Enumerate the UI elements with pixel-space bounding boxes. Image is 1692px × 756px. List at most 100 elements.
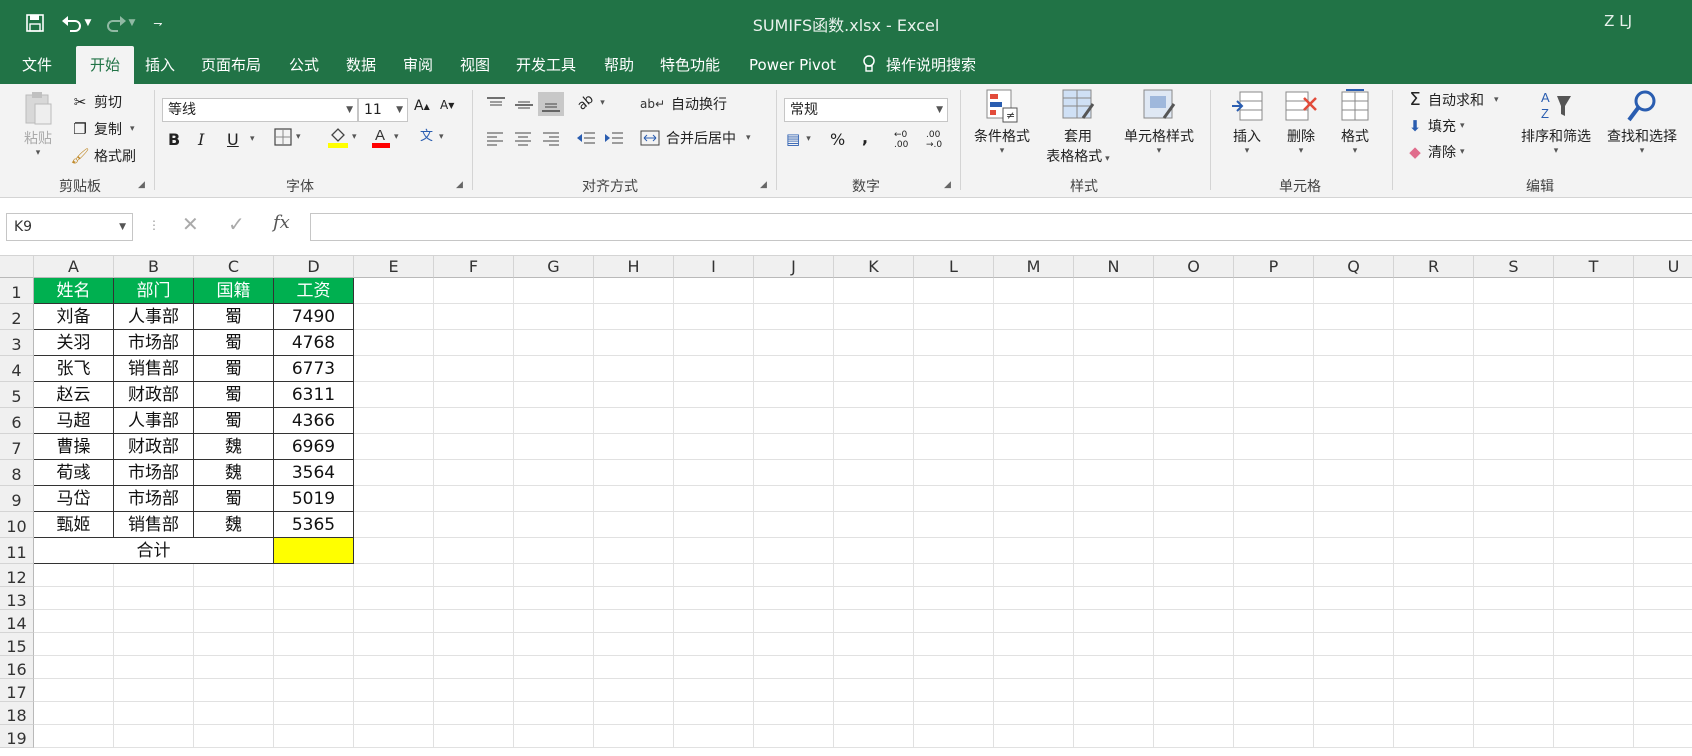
cell-G16[interactable] <box>514 656 594 679</box>
cell-C12[interactable] <box>194 564 274 587</box>
cell-K3[interactable] <box>834 330 914 356</box>
cell-R3[interactable] <box>1394 330 1474 356</box>
sort-filter-button[interactable]: AZ 排序和筛选 ▾ <box>1510 88 1602 156</box>
cell-R7[interactable] <box>1394 434 1474 460</box>
cell-I18[interactable] <box>674 702 754 725</box>
cell-L9[interactable] <box>914 486 994 512</box>
cell-S5[interactable] <box>1474 382 1554 408</box>
formula-input[interactable] <box>310 213 1692 241</box>
user-name[interactable]: Z LJ <box>1604 12 1632 30</box>
cell-P13[interactable] <box>1234 587 1314 610</box>
cell-H18[interactable] <box>594 702 674 725</box>
cell-P14[interactable] <box>1234 610 1314 633</box>
cell-A18[interactable] <box>34 702 114 725</box>
font-name-select[interactable]: 等线 ▼ <box>162 98 358 122</box>
cell-E13[interactable] <box>354 587 434 610</box>
cell-S10[interactable] <box>1474 512 1554 538</box>
cell-D16[interactable] <box>274 656 354 679</box>
column-header[interactable]: I <box>674 256 754 278</box>
row-header[interactable]: 5 <box>0 382 34 408</box>
cell-J11[interactable] <box>754 538 834 564</box>
cell-R1[interactable] <box>1394 278 1474 304</box>
cell-L12[interactable] <box>914 564 994 587</box>
table-header-cell[interactable]: 部门 <box>114 278 194 304</box>
decrease-indent-button[interactable] <box>576 130 596 146</box>
find-select-button[interactable]: 查找和选择 ▾ <box>1600 88 1684 156</box>
cell-I9[interactable] <box>674 486 754 512</box>
cell-P12[interactable] <box>1234 564 1314 587</box>
cell-N3[interactable] <box>1074 330 1154 356</box>
cell-O6[interactable] <box>1154 408 1234 434</box>
cell-Q13[interactable] <box>1314 587 1394 610</box>
cell-P4[interactable] <box>1234 356 1314 382</box>
cell-T10[interactable] <box>1554 512 1634 538</box>
comma-style-button[interactable]: , <box>862 128 868 147</box>
cell-O14[interactable] <box>1154 610 1234 633</box>
cell-R11[interactable] <box>1394 538 1474 564</box>
row-header[interactable]: 8 <box>0 460 34 486</box>
cell-T6[interactable] <box>1554 408 1634 434</box>
cell-G9[interactable] <box>514 486 594 512</box>
cell-L16[interactable] <box>914 656 994 679</box>
cell-S6[interactable] <box>1474 408 1554 434</box>
cell-U4[interactable] <box>1634 356 1692 382</box>
cell-I16[interactable] <box>674 656 754 679</box>
column-header[interactable]: R <box>1394 256 1474 278</box>
row-header[interactable]: 4 <box>0 356 34 382</box>
cell-R13[interactable] <box>1394 587 1474 610</box>
cell-L19[interactable] <box>914 725 994 748</box>
cell-Q5[interactable] <box>1314 382 1394 408</box>
cell-T18[interactable] <box>1554 702 1634 725</box>
table-cell[interactable]: 蜀 <box>194 304 274 330</box>
cell-J12[interactable] <box>754 564 834 587</box>
cell-N15[interactable] <box>1074 633 1154 656</box>
cell-O13[interactable] <box>1154 587 1234 610</box>
table-cell[interactable]: 魏 <box>194 512 274 538</box>
cell-R6[interactable] <box>1394 408 1474 434</box>
name-box[interactable]: K9 ▼ <box>6 213 133 241</box>
cell-F9[interactable] <box>434 486 514 512</box>
column-header[interactable]: P <box>1234 256 1314 278</box>
cell-N10[interactable] <box>1074 512 1154 538</box>
cell-B15[interactable] <box>114 633 194 656</box>
font-launcher-icon[interactable]: ◢ <box>456 180 463 190</box>
row-header[interactable]: 6 <box>0 408 34 434</box>
row-header[interactable]: 19 <box>0 725 34 748</box>
cell-C15[interactable] <box>194 633 274 656</box>
cell-E6[interactable] <box>354 408 434 434</box>
cell-K10[interactable] <box>834 512 914 538</box>
table-cell[interactable]: 市场部 <box>114 486 194 512</box>
column-header[interactable]: S <box>1474 256 1554 278</box>
cell-I1[interactable] <box>674 278 754 304</box>
cell-I5[interactable] <box>674 382 754 408</box>
table-cell[interactable]: 曹操 <box>34 434 114 460</box>
cell-G13[interactable] <box>514 587 594 610</box>
column-header[interactable]: N <box>1074 256 1154 278</box>
cell-K17[interactable] <box>834 679 914 702</box>
align-bottom-button[interactable] <box>538 92 564 116</box>
cell-U19[interactable] <box>1634 725 1692 748</box>
row-header[interactable]: 2 <box>0 304 34 330</box>
cell-N5[interactable] <box>1074 382 1154 408</box>
cell-U18[interactable] <box>1634 702 1692 725</box>
cell-K5[interactable] <box>834 382 914 408</box>
cell-K9[interactable] <box>834 486 914 512</box>
cell-G18[interactable] <box>514 702 594 725</box>
cell-O18[interactable] <box>1154 702 1234 725</box>
cell-M12[interactable] <box>994 564 1074 587</box>
table-cell[interactable]: 5019 <box>274 486 354 512</box>
cell-T3[interactable] <box>1554 330 1634 356</box>
cell-Q12[interactable] <box>1314 564 1394 587</box>
table-cell[interactable]: 马岱 <box>34 486 114 512</box>
cell-S18[interactable] <box>1474 702 1554 725</box>
cell-P17[interactable] <box>1234 679 1314 702</box>
insert-function-icon[interactable]: fx <box>273 212 290 233</box>
cell-M9[interactable] <box>994 486 1074 512</box>
cell-E8[interactable] <box>354 460 434 486</box>
cell-I13[interactable] <box>674 587 754 610</box>
cell-T7[interactable] <box>1554 434 1634 460</box>
cell-F3[interactable] <box>434 330 514 356</box>
cell-I19[interactable] <box>674 725 754 748</box>
cell-K8[interactable] <box>834 460 914 486</box>
cell-J14[interactable] <box>754 610 834 633</box>
